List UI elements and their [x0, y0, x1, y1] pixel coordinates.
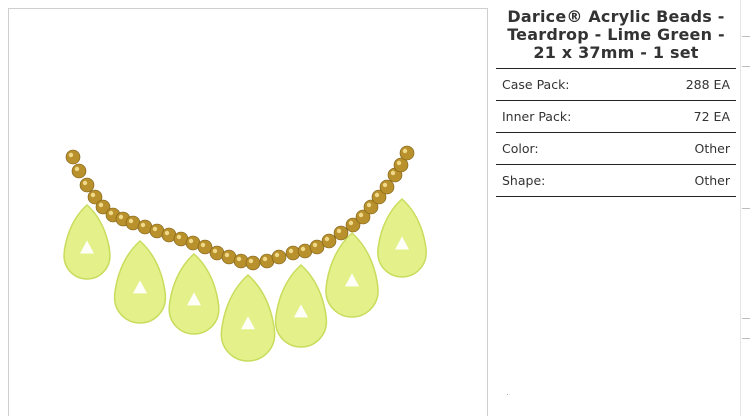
gold-bead-highlight	[164, 230, 170, 236]
divider-tick	[742, 66, 750, 67]
product-title: Darice® Acrylic Beads - Teardrop - Lime …	[507, 7, 725, 62]
spec-row-shape: Shape: Other	[496, 165, 736, 197]
gold-bead-highlight	[236, 256, 242, 262]
gold-bead-highlight	[118, 214, 124, 220]
gold-bead	[245, 255, 261, 271]
gold-bead-highlight	[288, 248, 294, 254]
divider-tick	[742, 338, 750, 339]
spec-value: 288 EA	[685, 77, 730, 92]
gold-bead-highlight	[212, 248, 218, 254]
gold-bead	[379, 179, 395, 195]
gold-bead	[79, 177, 95, 193]
spec-label: Color:	[502, 141, 539, 156]
divider-tick	[742, 36, 750, 37]
spec-row-color: Color: Other	[496, 133, 736, 165]
divider-tick	[742, 208, 750, 209]
gold-bead-highlight	[312, 242, 318, 248]
gold-bead-highlight	[128, 218, 134, 224]
spec-label: Shape:	[502, 173, 546, 188]
gold-bead-highlight	[396, 160, 402, 166]
gold-bead-highlight	[300, 246, 306, 252]
gold-bead-highlight	[402, 148, 408, 154]
spec-value: 72 EA	[693, 109, 730, 124]
gold-bead-highlight	[224, 252, 230, 258]
gold-bead-highlight	[200, 242, 206, 248]
gold-bead-highlight	[108, 210, 114, 216]
gold-bead-highlight	[90, 192, 96, 198]
gold-bead-highlight	[336, 228, 342, 234]
product-info-panel: Darice® Acrylic Beads - Teardrop - Lime …	[496, 8, 736, 197]
gold-bead-highlight	[74, 166, 80, 172]
product-image-frame[interactable]	[8, 8, 488, 416]
gold-bead	[71, 163, 87, 179]
gold-bead-highlight	[176, 234, 182, 240]
gold-bead	[399, 145, 415, 161]
gold-bead-highlight	[366, 202, 372, 208]
gold-bead-highlight	[82, 180, 88, 186]
gold-bead-highlight	[324, 236, 330, 242]
gold-bead-highlight	[262, 256, 268, 262]
gold-bead	[65, 149, 81, 165]
spec-table: Case Pack: 288 EA Inner Pack: 72 EA Colo…	[496, 68, 736, 197]
gold-bead-highlight	[348, 220, 354, 226]
divider-tick	[742, 318, 750, 319]
gold-bead-highlight	[382, 182, 388, 188]
gold-bead-highlight	[358, 212, 364, 218]
spec-value: Other	[694, 141, 731, 156]
stray-pixel	[507, 394, 508, 395]
gold-bead	[321, 233, 337, 249]
product-image[interactable]	[9, 9, 489, 417]
gold-bead-highlight	[274, 252, 280, 258]
gold-bead	[285, 245, 301, 261]
spec-row-case-pack: Case Pack: 288 EA	[496, 69, 736, 101]
gold-bead	[333, 225, 349, 241]
spec-row-inner-pack: Inner Pack: 72 EA	[496, 101, 736, 133]
gold-bead-highlight	[140, 222, 146, 228]
spec-label: Case Pack:	[502, 77, 570, 92]
gold-bead-highlight	[248, 258, 254, 264]
spec-value: Other	[694, 173, 731, 188]
gold-bead-highlight	[390, 170, 396, 176]
gold-bead-highlight	[98, 202, 104, 208]
gold-bead	[271, 249, 287, 265]
gold-bead-highlight	[68, 152, 74, 158]
gold-bead-highlight	[152, 226, 158, 232]
gold-bead-highlight	[374, 192, 380, 198]
gold-bead	[233, 253, 249, 269]
gold-bead-highlight	[188, 238, 194, 244]
spec-label: Inner Pack:	[502, 109, 572, 124]
